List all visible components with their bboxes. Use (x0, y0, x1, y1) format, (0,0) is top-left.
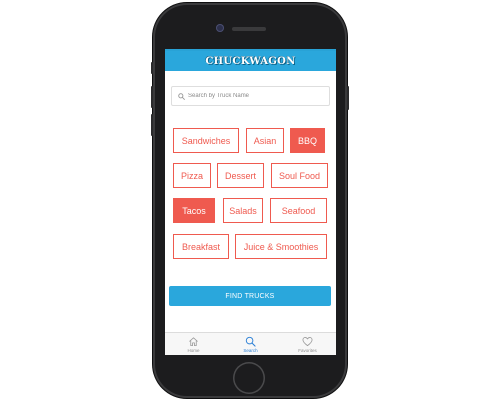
category-chip[interactable]: Asian (246, 128, 284, 153)
home-button[interactable] (233, 362, 265, 394)
search-icon (178, 92, 185, 100)
tab-home-label: Home (187, 348, 200, 353)
home-icon (189, 337, 198, 347)
heart-icon (302, 337, 313, 347)
power-button (347, 86, 349, 110)
tab-home[interactable]: Home (165, 333, 222, 355)
app-screen: CHUCKWAGON Sandwiches AsianBBQ PizzaDesser… (165, 49, 336, 355)
mute-switch (151, 62, 153, 74)
category-chip[interactable]: Soul Food (271, 163, 328, 188)
earpiece-speaker (232, 27, 266, 31)
volume-down-button (151, 114, 153, 136)
category-chip[interactable]: Breakfast (173, 234, 229, 259)
front-camera (216, 24, 224, 32)
tab-search-label: Search (243, 348, 258, 353)
app-title: CHUCKWAGON (205, 55, 296, 67)
volume-up-button (151, 86, 153, 108)
category-chip[interactable]: Salads (223, 198, 263, 223)
category-chip[interactable]: Juice & Smoothies (235, 234, 327, 259)
category-chip[interactable]: Pizza (173, 163, 211, 188)
category-chip[interactable]: Dessert (217, 163, 264, 188)
find-trucks-button[interactable]: FIND TRUCKS (169, 286, 331, 306)
category-chip[interactable]: Sandwiches (173, 128, 239, 153)
category-chip[interactable]: BBQ (290, 128, 325, 153)
tab-favorites-label: Favorites (298, 348, 317, 353)
category-chip[interactable]: Seafood (270, 198, 327, 223)
app-header: CHUCKWAGON (165, 51, 336, 71)
category-chip[interactable]: Tacos (173, 198, 215, 223)
tab-bar: Home Search Favorites (165, 332, 336, 355)
search-box[interactable] (171, 86, 330, 106)
tab-favorites[interactable]: Favorites (279, 333, 336, 355)
tab-search[interactable]: Search (222, 333, 279, 355)
search-icon (245, 336, 256, 347)
search-input[interactable] (188, 93, 328, 99)
